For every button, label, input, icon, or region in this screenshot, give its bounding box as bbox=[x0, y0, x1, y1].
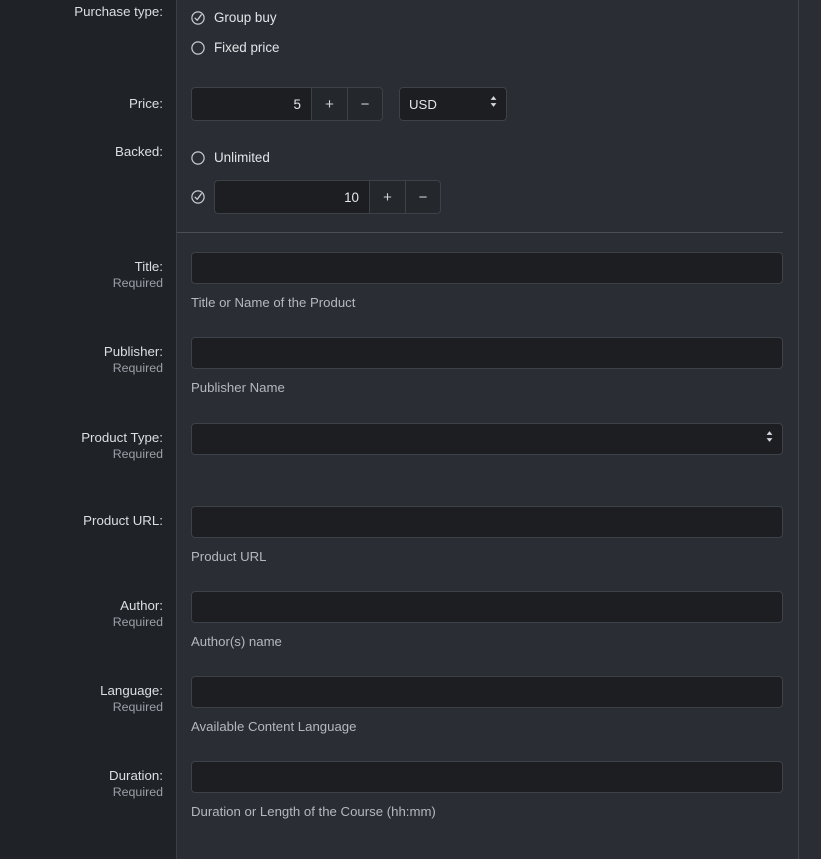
author-required-text: Required bbox=[0, 614, 163, 631]
publisher-hint: Publisher Name bbox=[191, 380, 798, 396]
language-control: Available Content Language bbox=[177, 676, 798, 735]
product-type-label-text: Product Type: bbox=[81, 430, 163, 445]
duration-control: Duration or Length of the Course (hh:mm) bbox=[177, 761, 798, 820]
price-stepper: + − bbox=[191, 87, 383, 121]
language-hint: Available Content Language bbox=[191, 719, 798, 735]
row-language: Language: Required Available Content Lan… bbox=[0, 676, 798, 735]
row-product-type: Product Type: Required bbox=[0, 423, 798, 463]
product-type-required-text: Required bbox=[0, 446, 163, 463]
author-label-text: Author: bbox=[120, 598, 163, 613]
row-title: Title: Required Title or Name of the Pro… bbox=[0, 252, 798, 311]
radio-group-buy[interactable]: Group buy bbox=[191, 4, 798, 32]
language-label: Language: Required bbox=[0, 676, 177, 716]
backed-limit-stepper: + − bbox=[214, 180, 441, 214]
duration-label-text: Duration: bbox=[109, 768, 163, 783]
publisher-label: Publisher: Required bbox=[0, 337, 177, 377]
price-label-text: Price: bbox=[129, 96, 163, 111]
duration-label: Duration: Required bbox=[0, 761, 177, 801]
radio-backed-unlimited[interactable]: Unlimited bbox=[191, 144, 798, 172]
section-separator bbox=[177, 232, 783, 233]
product-url-hint: Product URL bbox=[191, 549, 798, 565]
title-control: Title or Name of the Product bbox=[177, 252, 798, 311]
row-backed: Backed: Unlimited bbox=[0, 144, 798, 214]
price-decrement-button[interactable]: − bbox=[347, 87, 383, 121]
duration-required-text: Required bbox=[0, 784, 163, 801]
purchase-type-options: Group buy Fixed price bbox=[177, 4, 798, 62]
row-publisher: Publisher: Required Publisher Name bbox=[0, 337, 798, 396]
row-author: Author: Required Author(s) name bbox=[0, 591, 798, 650]
radio-fixed-price[interactable]: Fixed price bbox=[191, 34, 798, 62]
product-url-control: Product URL bbox=[177, 506, 798, 565]
circle-empty-icon bbox=[191, 151, 205, 165]
price-input[interactable] bbox=[191, 87, 311, 121]
backed-decrement-button[interactable]: − bbox=[405, 180, 441, 214]
product-url-label: Product URL: bbox=[0, 506, 177, 529]
title-label: Title: Required bbox=[0, 252, 177, 292]
section-separator-wrap bbox=[0, 214, 798, 233]
title-required-text: Required bbox=[0, 275, 163, 292]
backed-controls: Unlimited + − bbox=[177, 144, 798, 214]
purchase-type-label-text: Purchase type: bbox=[74, 4, 163, 19]
product-type-select[interactable] bbox=[191, 423, 783, 455]
duration-hint: Duration or Length of the Course (hh:mm) bbox=[191, 804, 798, 820]
author-control: Author(s) name bbox=[177, 591, 798, 650]
language-input[interactable] bbox=[191, 676, 783, 708]
title-label-text: Title: bbox=[135, 259, 163, 274]
publisher-control: Publisher Name bbox=[177, 337, 798, 396]
language-required-text: Required bbox=[0, 699, 163, 716]
title-hint: Title or Name of the Product bbox=[191, 295, 798, 311]
backed-label: Backed: bbox=[0, 144, 177, 160]
product-type-label: Product Type: Required bbox=[0, 423, 177, 463]
radio-backed-unlimited-label: Unlimited bbox=[214, 150, 270, 166]
row-price: Price: + − USD bbox=[0, 87, 798, 121]
product-form: Purchase type: Group buy bbox=[0, 0, 798, 820]
right-divider bbox=[798, 0, 799, 859]
author-input[interactable] bbox=[191, 591, 783, 623]
language-label-text: Language: bbox=[100, 683, 163, 698]
row-product-url: Product URL: Product URL bbox=[0, 506, 798, 565]
price-label: Price: bbox=[0, 87, 177, 112]
circle-check-icon[interactable] bbox=[191, 190, 205, 204]
backed-limit-input[interactable] bbox=[214, 180, 369, 214]
title-input[interactable] bbox=[191, 252, 783, 284]
publisher-input[interactable] bbox=[191, 337, 783, 369]
circle-empty-icon bbox=[191, 41, 205, 55]
backed-increment-button[interactable]: + bbox=[369, 180, 405, 214]
product-url-input[interactable] bbox=[191, 506, 783, 538]
row-purchase-type: Purchase type: Group buy bbox=[0, 0, 798, 62]
product-form-page: Purchase type: Group buy bbox=[0, 0, 821, 859]
currency-select-wrap: USD bbox=[399, 87, 507, 121]
backed-label-text: Backed: bbox=[115, 144, 163, 159]
publisher-required-text: Required bbox=[0, 360, 163, 377]
author-label: Author: Required bbox=[0, 591, 177, 631]
currency-select[interactable]: USD bbox=[399, 87, 507, 121]
radio-group-buy-label: Group buy bbox=[214, 10, 277, 26]
publisher-label-text: Publisher: bbox=[104, 344, 163, 359]
product-type-select-wrap bbox=[191, 423, 783, 455]
price-controls: + − USD bbox=[177, 87, 798, 121]
product-url-label-text: Product URL: bbox=[83, 513, 163, 528]
author-hint: Author(s) name bbox=[191, 634, 798, 650]
purchase-type-label: Purchase type: bbox=[0, 4, 177, 20]
product-type-control bbox=[177, 423, 798, 455]
radio-fixed-price-label: Fixed price bbox=[214, 40, 280, 56]
price-increment-button[interactable]: + bbox=[311, 87, 347, 121]
circle-check-icon bbox=[191, 11, 205, 25]
duration-input[interactable] bbox=[191, 761, 783, 793]
row-duration: Duration: Required Duration or Length of… bbox=[0, 761, 798, 820]
